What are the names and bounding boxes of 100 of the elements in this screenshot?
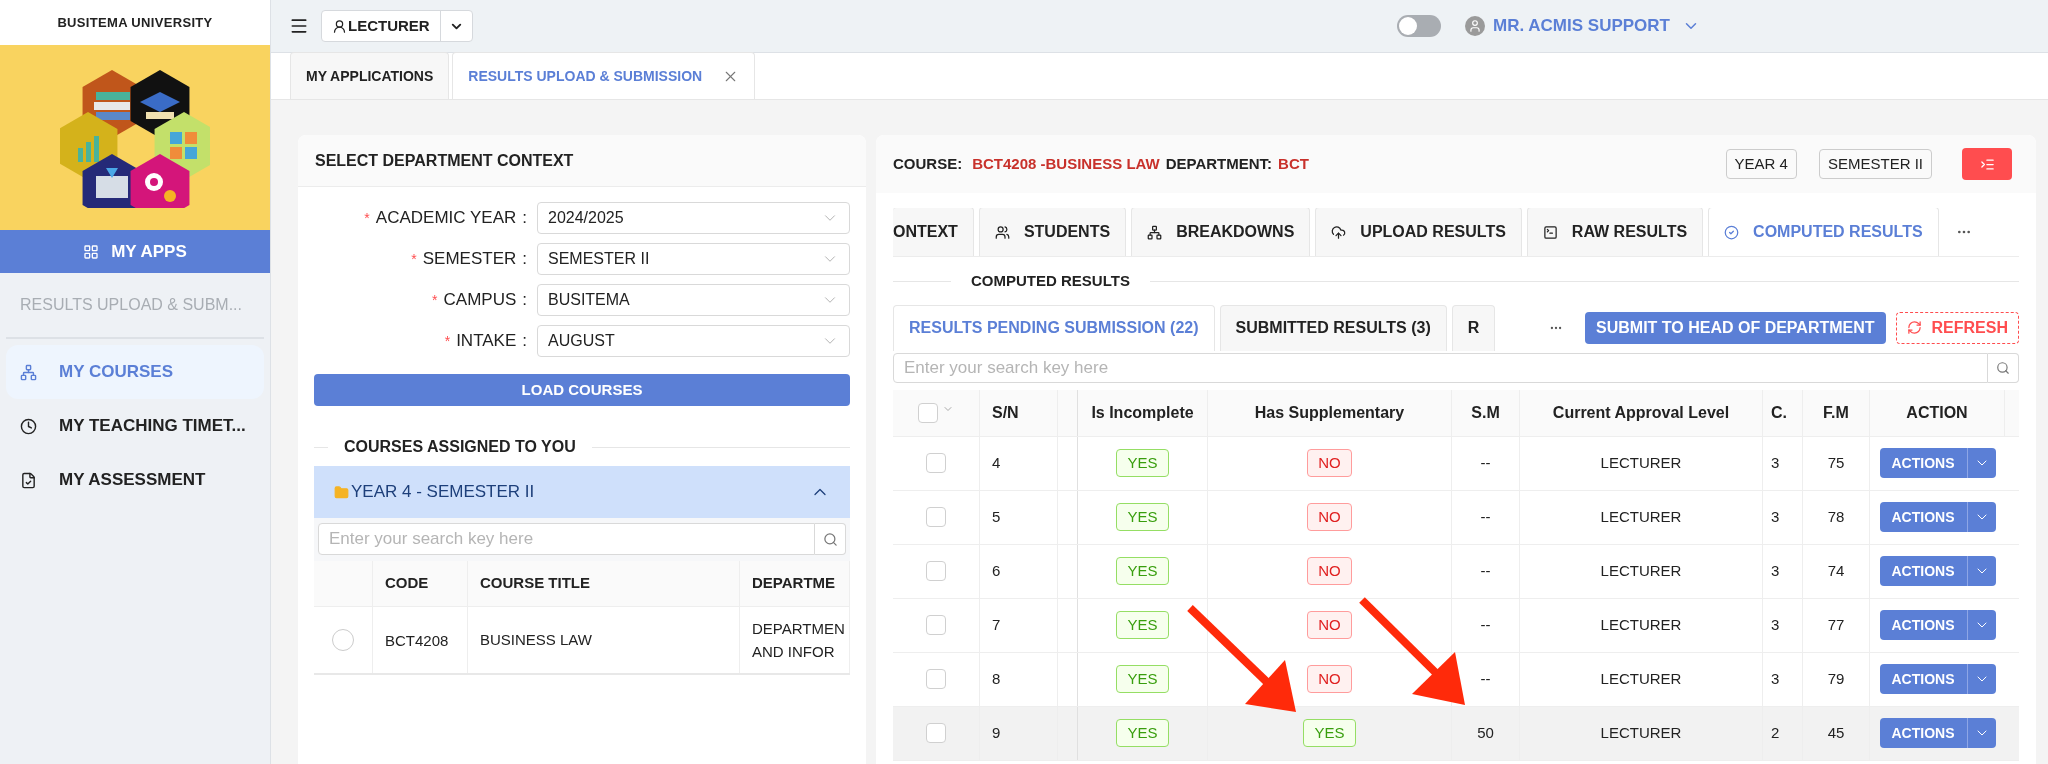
section-tab[interactable]: ONTEXT — [893, 208, 974, 256]
results-tab[interactable]: R — [1451, 304, 1496, 351]
clock-icon — [20, 417, 37, 435]
hierarchy-icon — [20, 363, 37, 381]
menu-toggle-button[interactable] — [1962, 148, 2012, 180]
my-apps-button[interactable]: MY APPS — [0, 230, 270, 273]
checkbox[interactable] — [926, 669, 946, 689]
select-field[interactable]: AUGUST — [537, 325, 850, 357]
section-heading: COMPUTED RESULTS — [971, 271, 1130, 291]
checkbox[interactable] — [918, 402, 938, 423]
checkbox[interactable] — [926, 615, 946, 635]
role-selector[interactable]: LECTURER — [321, 10, 473, 42]
status-tag: YES — [1116, 718, 1169, 748]
section-tab[interactable]: BREAKDOWNS — [1131, 208, 1311, 256]
table-cell-text: BCT4208 — [385, 630, 449, 651]
hierarchy-icon — [1147, 224, 1163, 240]
sidebar-item[interactable]: MY TEACHING TIMET... — [6, 399, 264, 453]
checkbox[interactable] — [926, 453, 946, 473]
panel-title: SELECT DEPARTMENT CONTEXT — [315, 150, 574, 171]
page-tab[interactable]: MY APPLICATIONS — [290, 52, 450, 99]
label-colon: : — [522, 289, 527, 312]
table-cell-text: 75 — [1827, 452, 1845, 473]
field-label: ACADEMIC YEAR — [375, 207, 517, 230]
status-tag: NO — [1307, 664, 1352, 694]
course-value: BCT4208 -BUSINESS LAW — [972, 153, 1160, 174]
search-icon — [1996, 360, 2010, 375]
table-row[interactable]: 9 YES YES 50 LECTURER 2 45 ACTIONS — [893, 706, 2019, 761]
table-cell-text: -- — [1480, 560, 1491, 581]
search-field[interactable]: Enter your search key here — [318, 523, 815, 555]
info-badge: YEAR 4 — [1725, 148, 1797, 180]
search-button[interactable] — [1988, 352, 2019, 383]
table-row[interactable]: 4 YES NO -- LECTURER 3 75 ACTIONS — [893, 436, 2019, 491]
search-field[interactable]: Enter your search key here — [893, 352, 1988, 383]
results-tab[interactable]: RESULTS PENDING SUBMISSION (22) — [893, 304, 1215, 351]
users-icon — [994, 224, 1010, 240]
table-row[interactable]: 6 YES NO -- LECTURER 3 74 ACTIONS — [893, 544, 2019, 599]
section-tab[interactable]: UPLOAD RESULTS — [1315, 208, 1522, 256]
table-cell-text: LECTURER — [1600, 560, 1682, 581]
column-header: S/N — [992, 402, 1019, 423]
theme-toggle[interactable] — [1397, 15, 1442, 37]
column-header: S.M — [1471, 402, 1500, 423]
table-cell-text: 79 — [1827, 668, 1845, 689]
select-field[interactable]: BUSITEMA — [537, 284, 850, 316]
required-mark: * — [444, 331, 451, 351]
table-row[interactable]: 8 YES NO -- LECTURER 3 79 ACTIONS — [893, 652, 2019, 707]
column-header: DEPARTME — [752, 573, 836, 594]
menu-icon[interactable] — [289, 16, 309, 36]
search-button[interactable] — [815, 523, 846, 555]
actions-button[interactable]: ACTIONS — [1879, 448, 1996, 478]
column-header: ACTION — [1906, 402, 1968, 423]
submit-button[interactable]: SUBMIT TO HEAD OF DEPARTMENT — [1585, 311, 1886, 344]
info-badge: SEMESTER II — [1818, 148, 1932, 180]
table-cell-text: 3 — [1771, 560, 1780, 581]
table-cell-text: 2 — [1771, 722, 1780, 743]
department-label: DEPARTMENT: — [1165, 153, 1273, 174]
table-cell-text: 3 — [1771, 506, 1780, 527]
table-cell-text: 45 — [1827, 722, 1845, 743]
actions-button[interactable]: ACTIONS — [1879, 556, 1996, 586]
status-tag: NO — [1307, 502, 1352, 532]
table-row[interactable]: 5 YES NO -- LECTURER 3 78 ACTIONS — [893, 490, 2019, 545]
section-tab[interactable]: COMPUTED RESULTS — [1708, 208, 1939, 256]
table-cell-text: LECTURER — [1600, 668, 1682, 689]
actions-button[interactable]: ACTIONS — [1879, 502, 1996, 532]
course-label: COURSE: — [893, 153, 963, 174]
document-icon — [20, 471, 37, 489]
select-field[interactable]: SEMESTER II — [537, 243, 850, 275]
section-tab[interactable]: STUDENTS — [978, 208, 1127, 256]
section-tab[interactable]: RAW RESULTS — [1526, 208, 1704, 256]
table-cell-text: LECTURER — [1600, 452, 1682, 473]
table-cell-text: 8 — [992, 668, 1001, 689]
load-courses-button[interactable]: LOAD COURSES — [314, 374, 850, 406]
table-cell-text: -- — [1480, 668, 1491, 689]
actions-button[interactable]: ACTIONS — [1879, 610, 1996, 640]
table-cell-text: -- — [1480, 452, 1491, 473]
table-row[interactable]: 7 YES NO -- LECTURER 3 77 ACTIONS — [893, 598, 2019, 653]
page-tab[interactable]: RESULTS UPLOAD & SUBMISSION — [452, 52, 756, 99]
accordion-header[interactable]: YEAR 4 - SEMESTER II — [314, 466, 850, 518]
table-cell-text: DEPARTMEN AND INFOR — [752, 619, 845, 662]
cloud-upload-icon — [1331, 224, 1347, 240]
sidebar-item[interactable]: MY COURSES — [6, 345, 264, 399]
field-label: CAMPUS — [443, 289, 517, 312]
checkbox[interactable] — [926, 561, 946, 581]
column-header: F.M — [1823, 402, 1849, 423]
avatar-icon — [1465, 16, 1486, 36]
table-cell-text: 6 — [992, 560, 1001, 581]
actions-button[interactable]: ACTIONS — [1879, 718, 1996, 748]
table-cell-text: 77 — [1827, 614, 1845, 635]
required-mark: * — [411, 249, 417, 269]
sidebar-item[interactable]: MY ASSESSMENT — [6, 453, 264, 507]
table-cell-text: 50 — [1477, 722, 1494, 743]
actions-button[interactable]: ACTIONS — [1879, 664, 1996, 694]
results-tab[interactable]: SUBMITTED RESULTS (3) — [1219, 304, 1447, 351]
user-icon — [332, 18, 347, 34]
status-tag: NO — [1307, 610, 1352, 640]
check-circle-icon — [1724, 224, 1740, 240]
checkbox[interactable] — [926, 507, 946, 527]
select-field[interactable]: 2024/2025 — [537, 202, 850, 234]
checkbox[interactable] — [926, 723, 946, 743]
table-cell-text: 4 — [992, 452, 1001, 473]
table-cell-text: 74 — [1827, 560, 1845, 581]
